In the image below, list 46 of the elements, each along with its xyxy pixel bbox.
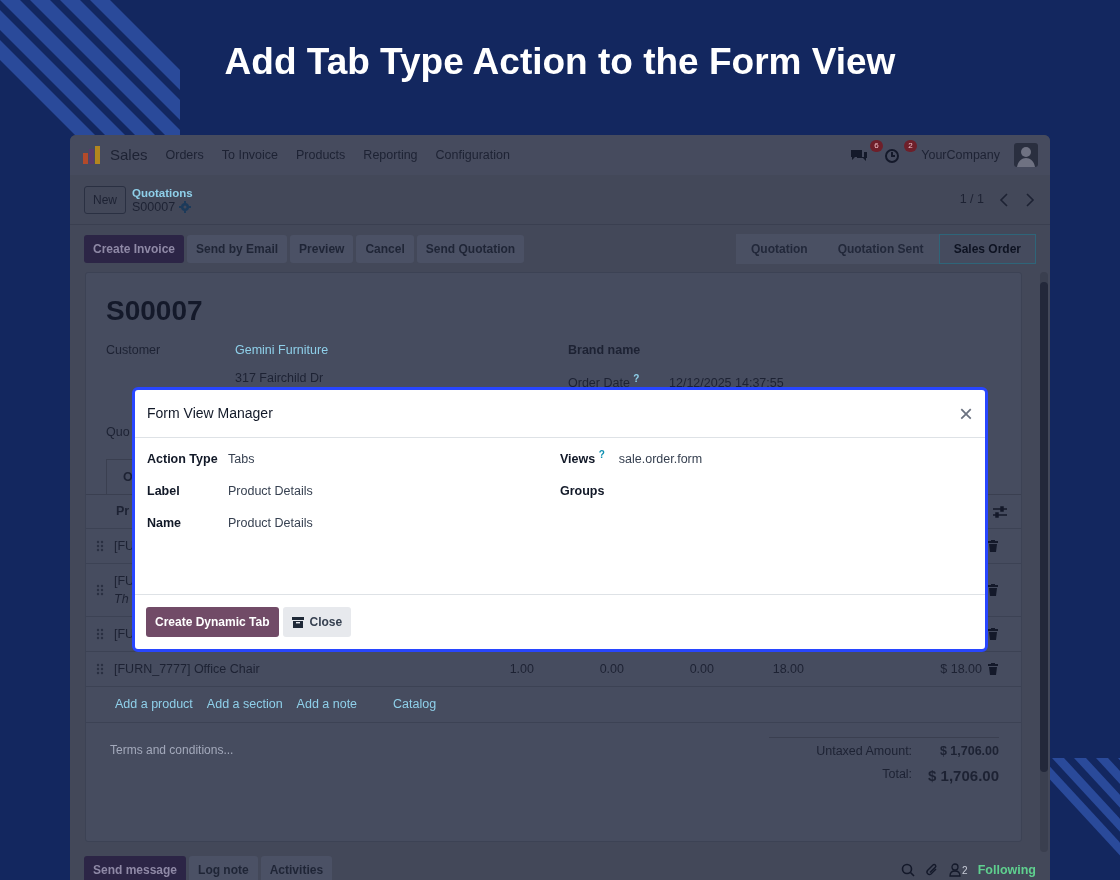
drag-handle-icon[interactable] bbox=[96, 540, 104, 553]
count-badge: 2 bbox=[904, 139, 917, 152]
close-button[interactable]: × bbox=[959, 401, 973, 426]
field-label: Name bbox=[147, 515, 183, 532]
trash-icon[interactable] bbox=[988, 663, 998, 676]
drag-handle-icon[interactable] bbox=[96, 584, 104, 597]
customer-link[interactable]: Gemini Furniture bbox=[235, 341, 568, 365]
trash-icon[interactable] bbox=[988, 628, 998, 641]
chevron-right-icon[interactable] bbox=[1024, 192, 1036, 207]
breadcrumb-link[interactable]: Quotations bbox=[132, 185, 193, 200]
field-value: Product Details bbox=[228, 515, 313, 532]
sliders-icon[interactable] bbox=[993, 505, 1007, 518]
follower-count: 2 bbox=[962, 863, 968, 878]
field-label: Groups bbox=[560, 483, 606, 500]
avatar-icon[interactable] bbox=[1014, 143, 1038, 167]
dialog-title: Form View Manager bbox=[147, 404, 273, 423]
dialog-button[interactable]: Close bbox=[282, 607, 352, 637]
person-icon[interactable] bbox=[949, 862, 962, 877]
terms-field[interactable]: Terms and conditions... bbox=[110, 741, 234, 788]
add-line-link[interactable]: Add a section bbox=[206, 695, 283, 715]
app-logo-icon bbox=[82, 145, 102, 165]
chatter-button[interactable]: Send message bbox=[84, 856, 187, 880]
field-label: Label bbox=[147, 483, 181, 500]
field-label: Views $^{?}$ bbox=[560, 450, 605, 468]
trash-icon[interactable] bbox=[988, 584, 998, 597]
add-line-link[interactable]: Add a note bbox=[296, 695, 358, 715]
action-button[interactable]: Create Invoice bbox=[84, 235, 185, 263]
field-value: sale.order.form bbox=[618, 451, 703, 468]
scrollbar[interactable] bbox=[1040, 272, 1048, 852]
archive-icon bbox=[291, 616, 304, 628]
field-value: Product Details bbox=[228, 483, 313, 500]
chevron-left-icon[interactable] bbox=[998, 192, 1010, 207]
trash-icon[interactable] bbox=[988, 540, 998, 553]
field-label: Action Type bbox=[147, 451, 219, 468]
following-button[interactable]: Following bbox=[977, 860, 1036, 880]
search-icon[interactable] bbox=[901, 863, 916, 877]
drag-handle-icon[interactable] bbox=[96, 628, 104, 641]
add-line-link[interactable]: Add a product bbox=[115, 695, 193, 715]
catalog-link[interactable]: Catalog bbox=[393, 695, 437, 715]
field-value: Tabs bbox=[228, 451, 255, 468]
banner-title: Add Tab Type Action to the Form View bbox=[224, 40, 896, 85]
status-step[interactable]: Sales Order bbox=[938, 234, 1036, 264]
scrollbar-thumb[interactable] bbox=[1040, 282, 1048, 772]
drag-handle-icon[interactable] bbox=[96, 663, 104, 676]
dialog-button[interactable]: Create Dynamic Tab bbox=[146, 607, 279, 637]
count-badge: 6 bbox=[870, 139, 883, 152]
